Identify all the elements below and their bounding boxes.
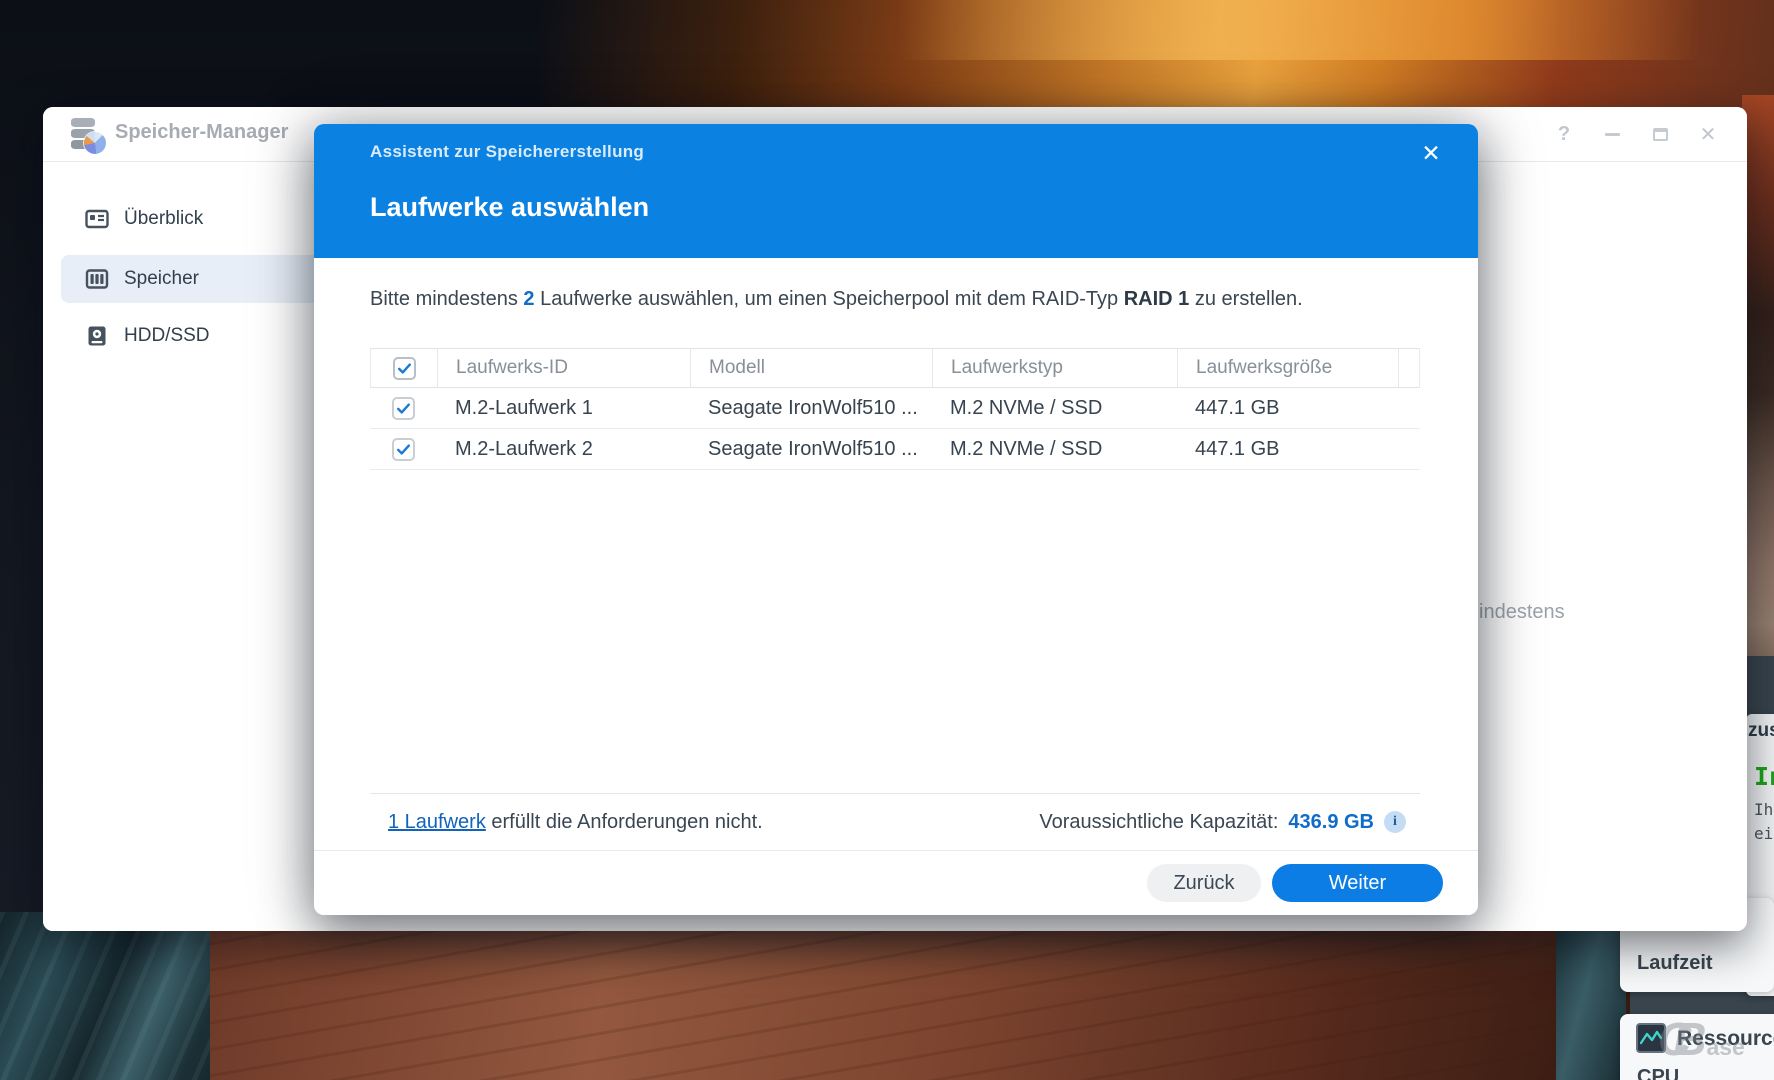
instruction-prefix: Bitte mindestens (370, 288, 523, 310)
wallpaper-flame-highlight (900, 0, 1700, 60)
pie-chart-icon (84, 132, 106, 154)
select-all-cell (371, 349, 438, 387)
back-button[interactable]: Zurück (1147, 864, 1261, 902)
help-button[interactable]: ? (1553, 124, 1575, 146)
drive-row-2[interactable]: M.2-Laufwerk 2 Seagate IronWolf510 ... M… (370, 429, 1420, 470)
sidebar-item-hdd-ssd[interactable]: HDD/SSD (61, 312, 343, 360)
sidebar-item-label: Überblick (124, 208, 203, 230)
close-window-button[interactable]: ✕ (1697, 124, 1719, 146)
drive-size-cell: 447.1 GB (1177, 429, 1398, 469)
sidebar: Überblick Speicher HDD/SSD (43, 163, 353, 931)
column-header-drive-id[interactable]: Laufwerks-ID (438, 349, 691, 387)
drive-type-cell: M.2 NVMe / SSD (932, 429, 1177, 469)
column-header-drive-size[interactable]: Laufwerksgröße (1178, 349, 1399, 387)
status-text-green: In (1754, 762, 1774, 791)
resource-monitor-icon (1636, 1023, 1666, 1053)
raid-type: RAID 1 (1124, 288, 1190, 310)
capacity-label: Voraussichtliche Kapazität: (1039, 811, 1278, 834)
drive-type-cell: M.2 NVMe / SSD (932, 388, 1177, 428)
minimize-icon (1605, 133, 1620, 136)
hdd-icon (85, 324, 109, 348)
window-controls: ? ✕ (1553, 107, 1719, 162)
info-icon[interactable]: i (1384, 811, 1406, 833)
drive-size-cell: 447.1 GB (1177, 388, 1398, 428)
storage-icon (85, 267, 109, 291)
column-header-spare (1399, 349, 1421, 387)
instruction-text: Bitte mindestens 2 Laufwerke auswählen, … (370, 288, 1303, 311)
sidebar-item-ueberblick[interactable]: Überblick (61, 195, 343, 243)
drive-table: Laufwerks-ID Modell Laufwerkstyp Laufwer… (370, 348, 1420, 470)
drive-id-cell: M.2-Laufwerk 1 (437, 388, 690, 428)
minimize-button[interactable] (1601, 124, 1623, 146)
resource-label: Ressource (1677, 1027, 1774, 1051)
instruction-middle: Laufwerke auswählen, um einen Speicherpo… (535, 288, 1124, 310)
drive-2-checkbox[interactable] (392, 438, 415, 461)
summary-row: 1 Laufwerk erfüllt die Anforderungen nic… (370, 793, 1420, 850)
storage-manager-app-icon (68, 116, 106, 154)
unqualified-drives-link[interactable]: 1 Laufwerk (388, 811, 486, 833)
min-drive-count: 2 (523, 288, 534, 310)
check-icon (395, 441, 412, 458)
drive-id-cell: M.2-Laufwerk 2 (437, 429, 690, 469)
wizard-title: Assistent zur Speichererstellung (370, 142, 644, 162)
widget-text-fragment: zus (1748, 720, 1774, 742)
overview-icon (85, 207, 109, 231)
dialog-header: Assistent zur Speichererstellung Laufwer… (314, 124, 1478, 258)
close-dialog-button[interactable]: ✕ (1414, 136, 1448, 170)
wallpaper-brown-streaks (210, 916, 1630, 1080)
sidebar-item-label: HDD/SSD (124, 325, 210, 347)
cpu-label: CPU (1637, 1066, 1679, 1080)
sidebar-item-speicher[interactable]: Speicher (61, 255, 343, 303)
check-icon (395, 400, 412, 417)
resource-monitor-widget: Ressource CPU (1620, 1014, 1774, 1080)
column-header-model[interactable]: Modell (691, 349, 933, 387)
widget-text-fragment: ei (1754, 824, 1773, 843)
window-title: Speicher-Manager (115, 121, 288, 144)
drive-table-header: Laufwerks-ID Modell Laufwerkstyp Laufwer… (370, 348, 1420, 388)
maximize-button[interactable] (1649, 124, 1671, 146)
requirement-note: 1 Laufwerk erfüllt die Anforderungen nic… (388, 811, 763, 834)
select-all-checkbox[interactable] (393, 357, 416, 380)
instruction-suffix: zu erstellen. (1189, 288, 1302, 310)
requirement-note-text: erfüllt die Anforderungen nicht. (486, 811, 763, 833)
widget-text-fragment: Ih (1754, 800, 1773, 819)
sidebar-item-label: Speicher (124, 268, 199, 290)
capacity-summary: Voraussichtliche Kapazität: 436.9 GB i (1039, 811, 1406, 834)
dialog-step-title: Laufwerke auswählen (370, 192, 649, 223)
drive-1-checkbox[interactable] (392, 397, 415, 420)
dialog-footer: Zurück Weiter (314, 850, 1478, 915)
drive-model-cell: Seagate IronWolf510 ... (690, 388, 932, 428)
background-text-fragment: indestens (1479, 601, 1565, 624)
drive-row-1[interactable]: M.2-Laufwerk 1 Seagate IronWolf510 ... M… (370, 388, 1420, 429)
runtime-label: Laufzeit (1637, 952, 1713, 975)
capacity-value: 436.9 GB (1288, 811, 1374, 834)
next-button[interactable]: Weiter (1272, 864, 1443, 902)
drive-model-cell: Seagate IronWolf510 ... (690, 429, 932, 469)
desktop: zus In Ih ei LAN 1 Laufzeit Ressource CP… (0, 0, 1774, 1080)
maximize-icon (1653, 128, 1668, 141)
check-icon (396, 360, 413, 377)
storage-creation-wizard-dialog: Assistent zur Speichererstellung Laufwer… (314, 124, 1478, 915)
wallpaper-teal-patch (1556, 922, 1626, 1080)
column-header-drive-type[interactable]: Laufwerkstyp (933, 349, 1178, 387)
